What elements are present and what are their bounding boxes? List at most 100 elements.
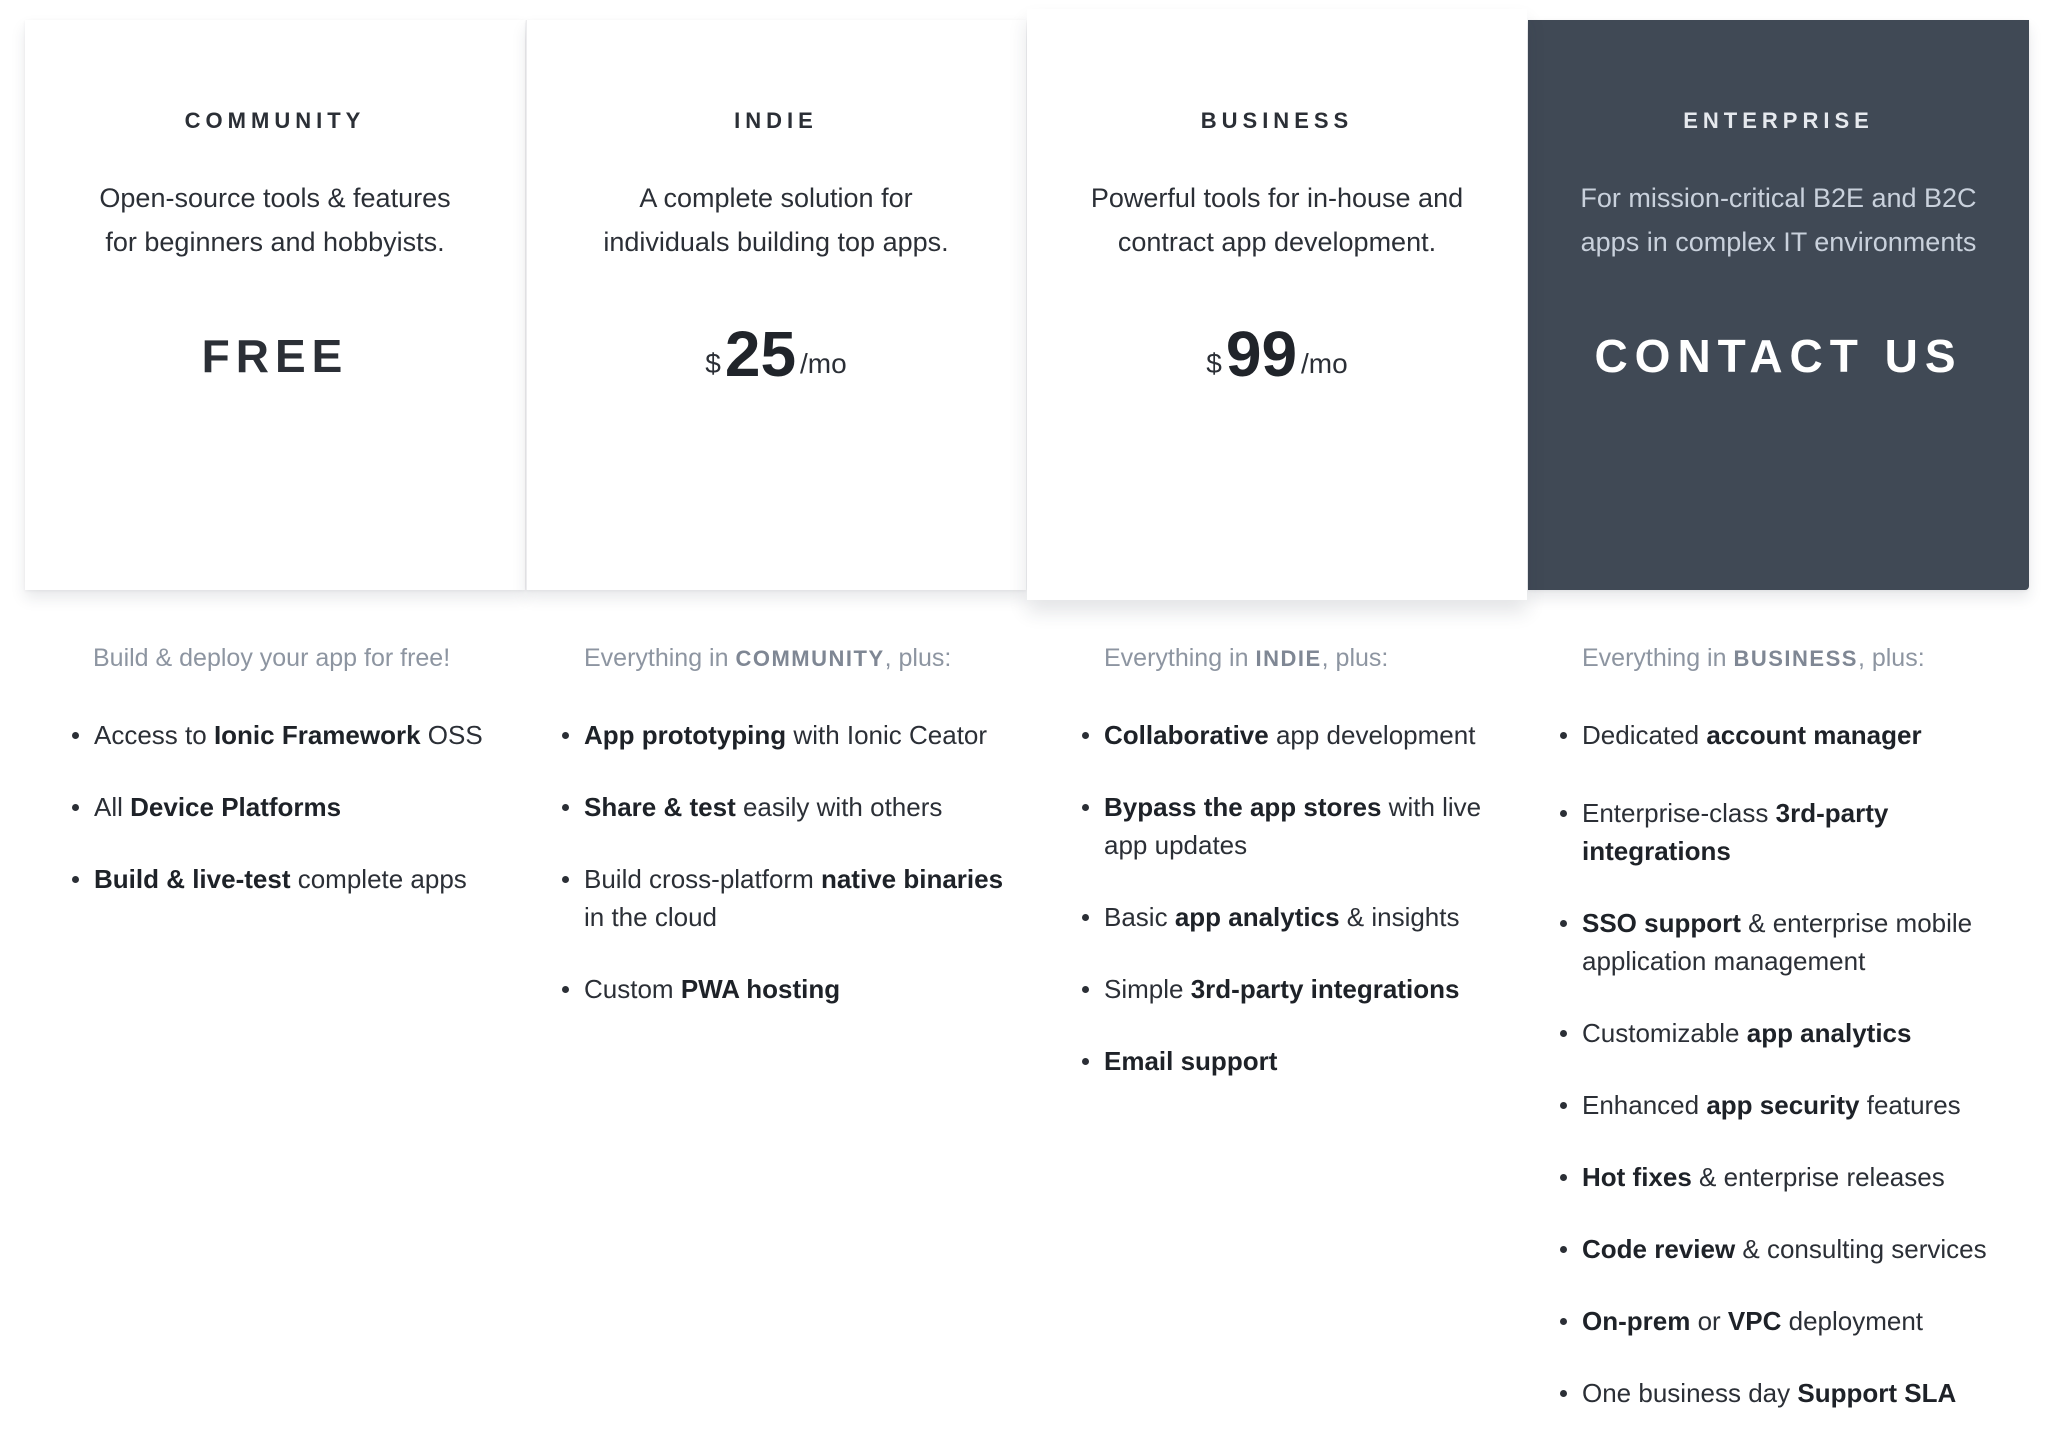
feature-text: Simple bbox=[1104, 974, 1191, 1004]
feature-item: Basic app analytics & insights bbox=[1082, 898, 1502, 936]
tier-price: CONTACT US bbox=[1528, 314, 2029, 384]
feature-list: Collaborative app development Bypass the… bbox=[1082, 716, 1502, 1080]
tier-desc-line: For mission-critical B2E and B2C bbox=[1580, 183, 1977, 213]
intro-tier-ref: INDIE bbox=[1255, 646, 1322, 671]
feature-text: easily with others bbox=[735, 792, 943, 822]
tier-description: A complete solution for individuals buil… bbox=[566, 176, 986, 264]
feature-item: Email support bbox=[1082, 1042, 1502, 1080]
intro-tier-ref: COMMUNITY bbox=[735, 646, 885, 671]
feature-text: Enhanced bbox=[1582, 1090, 1707, 1120]
feature-item: Code review & consulting services bbox=[1560, 1230, 2040, 1268]
feature-text: in the cloud bbox=[584, 902, 717, 932]
feature-highlight: App prototyping bbox=[584, 720, 787, 750]
tier-desc-line: contract app development. bbox=[1117, 227, 1437, 257]
tier-desc-line: for beginners and hobbyists. bbox=[105, 227, 445, 257]
feature-list: Access to Ionic Framework OSS All Device… bbox=[72, 716, 492, 898]
intro-text: , plus: bbox=[1857, 644, 1925, 672]
features-business: Everything in INDIE, plus: Collaborative… bbox=[1082, 640, 1502, 1114]
feature-highlight: Device Platforms bbox=[130, 792, 342, 822]
feature-text: OSS bbox=[420, 720, 483, 750]
feature-highlight: PWA hosting bbox=[680, 974, 841, 1004]
intro-text: Build & deploy your app for free! bbox=[93, 644, 451, 672]
tier-description: Open-source tools & features for beginne… bbox=[65, 176, 485, 264]
feature-highlight: SSO support bbox=[1582, 908, 1741, 938]
feature-text: Custom bbox=[584, 974, 681, 1004]
features-intro: Everything in BUSINESS, plus: bbox=[1560, 640, 2040, 676]
feature-text: All bbox=[94, 792, 131, 822]
tier-desc-line: apps in complex IT environments bbox=[1580, 227, 1977, 257]
features-enterprise: Everything in BUSINESS, plus: Dedicated … bbox=[1560, 640, 2040, 1446]
tier-card-enterprise[interactable]: ENTERPRISE For mission-critical B2E and … bbox=[1528, 20, 2029, 590]
tier-description: Powerful tools for in-house and contract… bbox=[1067, 176, 1487, 264]
feature-highlight: Share & test bbox=[584, 792, 736, 822]
feature-text: app development bbox=[1268, 720, 1476, 750]
feature-highlight: On-prem bbox=[1582, 1306, 1691, 1336]
feature-list: Dedicated account manager Enterprise-cla… bbox=[1560, 716, 2040, 1412]
feature-highlight: Build & live-test bbox=[94, 864, 291, 894]
tier-description: For mission-critical B2E and B2C apps in… bbox=[1569, 176, 1989, 264]
feature-text: Access to bbox=[94, 720, 214, 750]
feature-highlight: Email support bbox=[1104, 1046, 1278, 1076]
tier-price: $ 99 /mo bbox=[1027, 314, 1527, 386]
intro-text: Everything in bbox=[1104, 644, 1256, 672]
feature-text: & consulting services bbox=[1735, 1234, 1987, 1264]
feature-text: with Ionic Ceator bbox=[786, 720, 988, 750]
feature-item: Enterprise-class 3rd-party integrations bbox=[1560, 794, 2040, 870]
feature-item: App prototyping with Ionic Ceator bbox=[562, 716, 1002, 754]
features-intro: Everything in COMMUNITY, plus: bbox=[562, 640, 1002, 676]
tier-name: INDIE bbox=[734, 108, 818, 133]
features-community: Build & deploy your app for free! Access… bbox=[72, 640, 492, 932]
price-period: /mo bbox=[1301, 348, 1348, 379]
feature-highlight: native binaries bbox=[820, 864, 1004, 894]
intro-text: , plus: bbox=[884, 644, 952, 672]
features-intro: Build & deploy your app for free! bbox=[72, 640, 492, 676]
price-currency: $ bbox=[1206, 348, 1222, 379]
tier-card-community[interactable]: COMMUNITY Open-source tools & features f… bbox=[25, 20, 525, 590]
card-divider bbox=[526, 20, 527, 590]
contact-us-link[interactable]: CONTACT US bbox=[1594, 328, 1962, 384]
intro-text: , plus: bbox=[1321, 644, 1389, 672]
feature-text: features bbox=[1859, 1090, 1961, 1120]
feature-list: App prototyping with Ionic Ceator Share … bbox=[562, 716, 1004, 1008]
feature-text: deployment bbox=[1781, 1306, 1924, 1336]
feature-item: Customizable app analytics bbox=[1560, 1014, 2040, 1052]
feature-item: Access to Ionic Framework OSS bbox=[72, 716, 492, 754]
feature-item: All Device Platforms bbox=[72, 788, 492, 826]
price-currency: $ bbox=[705, 348, 721, 379]
feature-highlight: account manager bbox=[1706, 720, 1922, 750]
feature-item: Hot fixes & enterprise releases bbox=[1560, 1158, 2040, 1196]
price-free: FREE bbox=[201, 330, 349, 382]
intro-tier-ref: BUSINESS bbox=[1733, 646, 1858, 671]
pricing-cards: COMMUNITY Open-source tools & features f… bbox=[25, 9, 2029, 600]
feature-item: Enhanced app security features bbox=[1560, 1086, 2040, 1124]
feature-text: or bbox=[1690, 1306, 1728, 1336]
feature-item: One business day Support SLA bbox=[1560, 1374, 2040, 1412]
tier-card-business[interactable]: BUSINESS Powerful tools for in-house and… bbox=[1027, 9, 1527, 600]
feature-highlight: 3rd-party integrations bbox=[1190, 974, 1460, 1004]
tier-card-indie[interactable]: INDIE A complete solution for individual… bbox=[526, 20, 1026, 590]
tier-desc-line: Open-source tools & features bbox=[99, 183, 451, 213]
feature-item: Dedicated account manager bbox=[1560, 716, 2040, 754]
feature-item: SSO support & enterprise mobile applicat… bbox=[1560, 904, 2002, 980]
feature-highlight: VPC bbox=[1727, 1306, 1782, 1336]
feature-highlight: Bypass the app stores bbox=[1104, 792, 1382, 822]
feature-text: & enterprise releases bbox=[1691, 1162, 1945, 1192]
feature-text: Dedicated bbox=[1582, 720, 1707, 750]
feature-item: Custom PWA hosting bbox=[562, 970, 1002, 1008]
tier-price: FREE bbox=[25, 314, 525, 384]
feature-text: Build cross-platform bbox=[584, 864, 821, 894]
feature-highlight: app analytics bbox=[1174, 902, 1340, 932]
feature-highlight: app analytics bbox=[1746, 1018, 1912, 1048]
tier-name: BUSINESS bbox=[1200, 108, 1354, 133]
feature-text: Customizable bbox=[1582, 1018, 1747, 1048]
feature-item: Simple 3rd-party integrations bbox=[1082, 970, 1502, 1008]
tier-price: $ 25 /mo bbox=[526, 314, 1026, 386]
feature-text: & insights bbox=[1339, 902, 1460, 932]
features-indie: Everything in COMMUNITY, plus: App proto… bbox=[562, 640, 1004, 1042]
price-period: /mo bbox=[800, 348, 847, 379]
intro-text: Everything in bbox=[584, 644, 736, 672]
feature-highlight: Collaborative bbox=[1104, 720, 1269, 750]
feature-item: Bypass the app stores with live app upda… bbox=[1082, 788, 1504, 864]
tier-desc-line: A complete solution for bbox=[639, 183, 913, 213]
feature-item: Collaborative app development bbox=[1082, 716, 1502, 754]
